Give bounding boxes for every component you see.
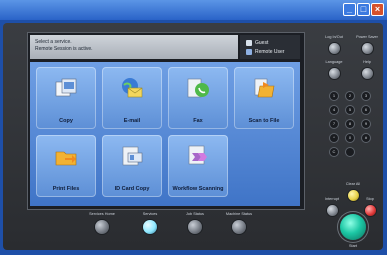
tile-label: ID Card Copy xyxy=(114,186,150,192)
job-status-label: Job Status xyxy=(186,212,204,216)
key-7[interactable]: 7 xyxy=(330,120,338,128)
tile-copy[interactable]: Copy xyxy=(36,67,96,129)
workflow-scanning-icon xyxy=(188,145,207,165)
tile-print-files[interactable]: Print Files xyxy=(36,135,96,197)
machine-status-button[interactable] xyxy=(232,220,246,234)
status-line-2: Remote Session is active. xyxy=(35,46,93,52)
email-icon xyxy=(122,78,143,98)
services-home-button[interactable] xyxy=(95,220,109,234)
language-button[interactable] xyxy=(329,68,340,79)
tile-workflow-scanning[interactable]: Workflow Scanning xyxy=(168,135,228,197)
fax-icon xyxy=(187,78,209,98)
tile-scan-to-file[interactable]: Scan to File xyxy=(234,67,294,129)
help-button[interactable] xyxy=(362,68,373,79)
key-2[interactable]: 2 xyxy=(346,92,354,100)
clear-all-label: Clear All xyxy=(345,182,361,186)
key-star[interactable]: * xyxy=(330,134,338,142)
user-panel: Guest Remote User xyxy=(240,35,300,59)
tile-id-card-copy[interactable]: ID Card Copy xyxy=(102,135,162,197)
services-button[interactable] xyxy=(143,220,157,234)
key-3[interactable]: 3 xyxy=(362,92,370,100)
tile-label: E-mail xyxy=(123,118,141,124)
tile-label: Fax xyxy=(193,118,203,124)
services-panel: Copy E-mail Fax Scan to File Print Files… xyxy=(30,62,300,206)
guest-label: Guest xyxy=(255,40,269,46)
copy-icon xyxy=(55,78,77,97)
log-in-out-button[interactable] xyxy=(329,43,340,54)
remote-user-icon xyxy=(246,49,252,55)
key-4[interactable]: 4 xyxy=(330,106,338,114)
tile-label: Copy xyxy=(59,118,73,124)
scan-to-file-icon xyxy=(254,78,275,98)
print-files-icon xyxy=(55,151,77,166)
key-6[interactable]: 6 xyxy=(362,106,370,114)
maximize-button[interactable]: □ xyxy=(357,3,370,16)
close-button[interactable]: × xyxy=(371,3,384,16)
job-status-button[interactable] xyxy=(188,220,202,234)
language-label: Language xyxy=(325,60,343,64)
interrupt-button[interactable] xyxy=(327,205,338,216)
start-label: Start xyxy=(348,244,358,248)
key-0[interactable]: 0 xyxy=(346,134,354,142)
log-in-out-label: Log In/Out xyxy=(325,35,343,39)
window-titlebar: _ □ × xyxy=(0,0,387,20)
tile-label: Print Files xyxy=(52,186,80,192)
key-5[interactable]: 5 xyxy=(346,106,354,114)
remote-user-row[interactable]: Remote User xyxy=(246,49,284,55)
status-message: Select a service. Remote Session is acti… xyxy=(30,35,238,59)
key-hash[interactable]: # xyxy=(362,134,370,142)
machine-status-label: Machine Status xyxy=(225,212,253,216)
key-c[interactable]: C xyxy=(330,148,338,156)
services-home-label: Services Home xyxy=(89,212,115,216)
interrupt-label: Interrupt xyxy=(324,197,340,201)
key-extra[interactable] xyxy=(346,148,354,156)
help-label: Help xyxy=(363,60,371,64)
id-card-copy-icon xyxy=(122,146,143,166)
remote-panel-window: _ □ × Select a service. Remote Session i… xyxy=(0,0,387,255)
stop-button[interactable] xyxy=(365,205,376,216)
user-icon xyxy=(246,40,252,46)
minimize-button[interactable]: _ xyxy=(343,3,356,16)
power-saver-button[interactable] xyxy=(362,43,373,54)
key-9[interactable]: 9 xyxy=(362,120,370,128)
services-label: Services xyxy=(142,212,158,216)
tile-email[interactable]: E-mail xyxy=(102,67,162,129)
power-saver-label: Power Saver xyxy=(356,35,378,39)
tile-label: Workflow Scanning xyxy=(172,186,224,192)
stop-label: Stop xyxy=(366,197,374,201)
tile-label: Scan to File xyxy=(248,118,280,124)
guest-row[interactable]: Guest xyxy=(246,40,268,46)
start-button[interactable] xyxy=(340,214,366,240)
tile-fax[interactable]: Fax xyxy=(168,67,228,129)
key-1[interactable]: 1 xyxy=(330,92,338,100)
remote-user-label: Remote User xyxy=(255,49,285,55)
key-8[interactable]: 8 xyxy=(346,120,354,128)
status-line-1: Select a service. xyxy=(35,39,72,45)
